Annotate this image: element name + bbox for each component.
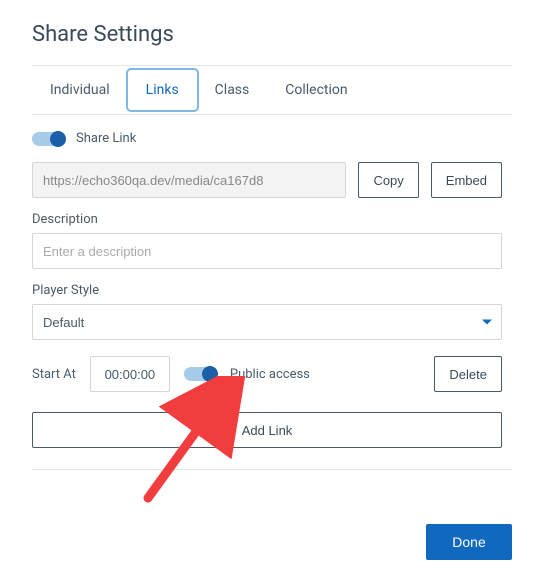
- content-scroll[interactable]: Share Link Copy Embed Description Player…: [32, 115, 512, 455]
- player-style-label: Player Style: [32, 283, 502, 298]
- tab-class[interactable]: Class: [197, 70, 268, 110]
- start-at-input[interactable]: [90, 356, 170, 392]
- public-access-label: Public access: [230, 367, 310, 382]
- done-button[interactable]: Done: [426, 524, 512, 560]
- player-style-select[interactable]: Default: [32, 304, 502, 340]
- delete-button[interactable]: Delete: [434, 356, 502, 392]
- share-link-toggle[interactable]: [32, 132, 64, 146]
- share-link-label: Share Link: [76, 131, 136, 146]
- share-url-field[interactable]: [32, 162, 346, 198]
- tab-links[interactable]: Links: [128, 70, 197, 110]
- description-input[interactable]: [32, 233, 502, 269]
- tabs: Individual Links Class Collection: [32, 65, 512, 115]
- embed-button[interactable]: Embed: [431, 162, 502, 198]
- start-at-label: Start At: [32, 367, 76, 382]
- public-access-toggle[interactable]: [184, 367, 216, 381]
- add-link-button[interactable]: Add Link: [32, 412, 502, 448]
- page-title: Share Settings: [32, 22, 512, 47]
- tab-individual[interactable]: Individual: [32, 70, 128, 110]
- tab-collection[interactable]: Collection: [267, 70, 365, 110]
- description-label: Description: [32, 212, 502, 227]
- copy-button[interactable]: Copy: [358, 162, 418, 198]
